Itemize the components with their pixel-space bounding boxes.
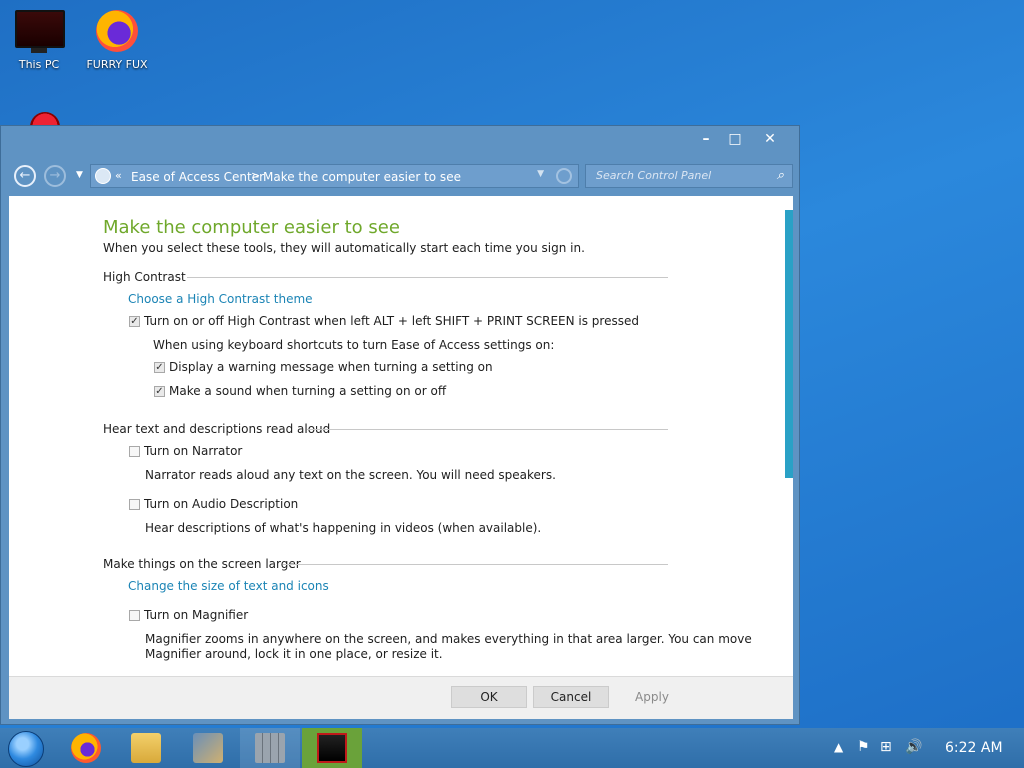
taskbar-app-monitor[interactable] (302, 728, 362, 768)
close-button[interactable]: ✕ (758, 130, 782, 148)
back-arrow-icon: ← (19, 168, 31, 183)
control-panel-icon (193, 733, 223, 763)
wall-app-icon (255, 733, 285, 763)
breadcrumb-current[interactable]: Make the computer easier to see (263, 170, 461, 184)
desktop-icon-label: FURRY FUX (86, 58, 148, 71)
checkbox-warning-message[interactable]: ✓ (154, 362, 165, 373)
label-magnifier[interactable]: Turn on Magnifier (144, 608, 248, 622)
start-button[interactable] (8, 731, 44, 767)
desktop-icon-this-pc[interactable]: This PC (4, 10, 74, 71)
taskbar-clock[interactable]: 6:22 AM (945, 740, 1003, 756)
monitor-app-icon (317, 733, 347, 763)
forward-arrow-icon: → (49, 168, 61, 183)
forward-button[interactable]: → (44, 165, 66, 187)
firefox-icon (93, 10, 141, 54)
section-heading-larger: Make things on the screen larger (103, 557, 301, 571)
taskbar-app-file-explorer[interactable] (116, 728, 176, 768)
checkbox-narrator[interactable] (129, 446, 140, 457)
firefox-icon (71, 733, 101, 763)
section-heading-narration: Hear text and descriptions read aloud (103, 422, 331, 436)
checkbox-magnifier[interactable] (129, 610, 140, 621)
page-subtitle: When you select these tools, they will a… (103, 241, 585, 255)
taskbar-app-wall[interactable] (240, 728, 300, 768)
maximize-button[interactable]: □ (723, 130, 747, 148)
back-button[interactable]: ← (14, 165, 36, 187)
checkbox-high-contrast-toggle[interactable]: ✓ (129, 316, 140, 327)
search-icon[interactable]: ⌕ (777, 168, 784, 183)
volume-icon[interactable]: 🔊 (905, 739, 922, 755)
section-divider (187, 277, 668, 278)
breadcrumb-ease-of-access[interactable]: Ease of Access Center (131, 170, 264, 184)
checkbox-audio-description[interactable] (129, 499, 140, 510)
minimize-button[interactable]: – (694, 130, 718, 148)
flag-icon[interactable]: ⚑ (857, 739, 870, 755)
label-audio-description[interactable]: Turn on Audio Description (144, 497, 298, 511)
section-heading-high-contrast: High Contrast (103, 270, 186, 284)
link-change-text-size[interactable]: Change the size of text and icons (128, 579, 329, 593)
label-make-sound[interactable]: Make a sound when turning a setting on o… (169, 384, 446, 398)
label-high-contrast-toggle[interactable]: Turn on or off High Contrast when left A… (144, 314, 639, 328)
monitor-icon (15, 10, 65, 54)
search-input[interactable] (594, 168, 768, 183)
label-warning-message[interactable]: Display a warning message when turning a… (169, 360, 493, 374)
breadcrumb-overflow-icon[interactable]: « (115, 169, 122, 182)
search-box[interactable]: ⌕ (585, 164, 793, 188)
dialog-footer: OK Cancel Apply (9, 676, 793, 719)
apply-button[interactable]: Apply (614, 686, 690, 708)
navigation-bar: ← → ▼ « Ease of Access Center > Make the… (1, 156, 799, 196)
breadcrumb-separator-icon[interactable]: > (251, 169, 260, 182)
taskbar: ▲ ⚑ ⊞ 🔊 6:22 AM (0, 728, 1024, 768)
show-hidden-icons-icon[interactable]: ▲ (834, 740, 843, 754)
label-narrator[interactable]: Turn on Narrator (144, 444, 242, 458)
section-divider (307, 429, 668, 430)
shortcut-note: When using keyboard shortcuts to turn Ea… (153, 338, 555, 352)
desc-narrator: Narrator reads aloud any text on the scr… (145, 468, 556, 482)
control-panel-icon (95, 168, 111, 184)
address-bar[interactable]: « Ease of Access Center > Make the compu… (90, 164, 579, 188)
link-high-contrast-theme[interactable]: Choose a High Contrast theme (128, 292, 313, 306)
content-pane: Make the computer easier to see When you… (9, 196, 793, 676)
desc-magnifier-line2: Magnifier around, lock it in one place, … (145, 647, 443, 661)
desc-magnifier-line1: Magnifier zooms in anywhere on the scree… (145, 632, 752, 646)
file-explorer-icon (131, 733, 161, 763)
checkbox-make-sound[interactable]: ✓ (154, 386, 165, 397)
ok-button[interactable]: OK (451, 686, 527, 708)
address-dropdown-icon[interactable]: ▼ (537, 169, 544, 179)
cancel-button[interactable]: Cancel (533, 686, 609, 708)
title-bar[interactable]: – □ ✕ (1, 126, 799, 156)
desc-audio-description: Hear descriptions of what's happening in… (145, 521, 542, 535)
desktop-icon-label: This PC (18, 58, 60, 71)
network-icon[interactable]: ⊞ (880, 739, 892, 755)
scrollbar-thumb[interactable] (785, 210, 793, 478)
control-panel-window: – □ ✕ ← → ▼ « Ease of Access Center > Ma… (0, 125, 800, 725)
refresh-icon[interactable] (556, 168, 572, 184)
taskbar-app-control-panel[interactable] (178, 728, 238, 768)
section-divider (283, 564, 668, 565)
taskbar-app-firefox[interactable] (56, 728, 116, 768)
page-title: Make the computer easier to see (103, 217, 400, 238)
recent-pages-dropdown-icon[interactable]: ▼ (76, 170, 83, 180)
desktop-icon-furry-fux[interactable]: FURRY FUX (82, 10, 152, 71)
